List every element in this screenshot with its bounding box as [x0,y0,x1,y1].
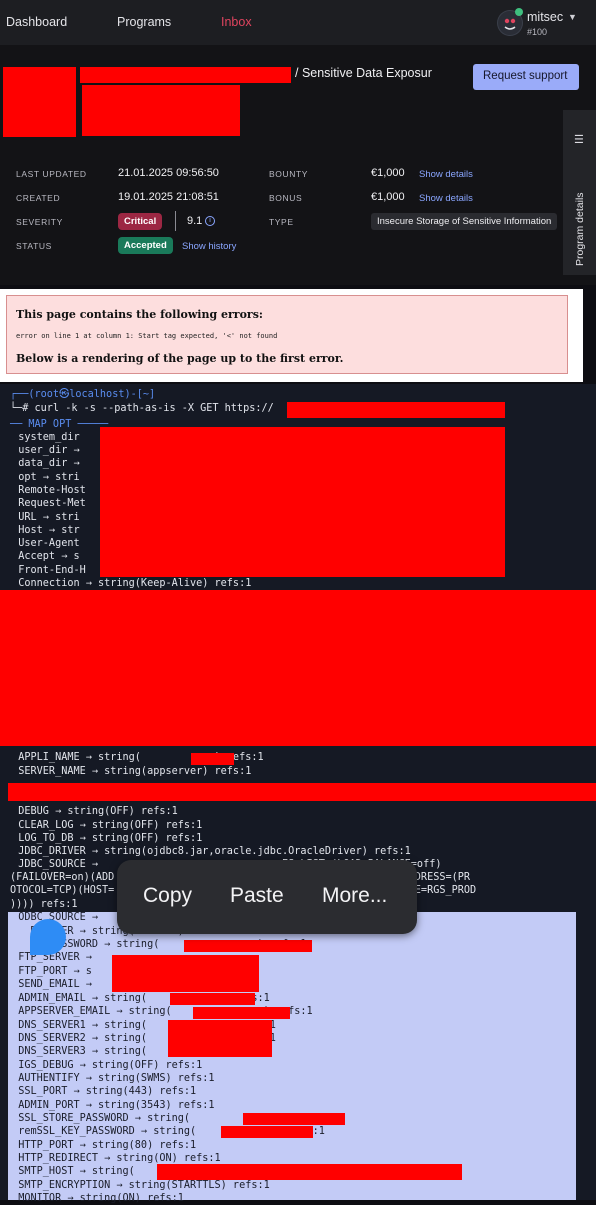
bonus-label: BONUS [269,193,303,203]
terminal-line: SERVER_NAME → string(appserver) refs:1 [6,766,252,777]
terminal-line: SEND_EMAIL → [6,979,92,990]
severity-score: 9.1 [187,215,203,227]
xml-error-box: This page contains the following errors:… [6,295,568,374]
last-updated-value: 21.01.2025 09:56:50 [118,167,219,179]
terminal-line: CLEAR_LOG → string(OFF) refs:1 [6,820,203,831]
terminal-line: URL → stri [6,512,80,523]
redacted-appserver-email [193,1007,290,1019]
redacted-ftp [112,955,259,992]
bonus-value: €1,000 [371,191,405,203]
redacted-url [287,402,505,418]
terminal-line: Request-Met [6,498,86,509]
terminal-line: MONITOR → string(ON) refs:1 [6,1193,184,1204]
redacted-db-password [184,940,312,952]
redacted-program-name [80,67,291,83]
redacted-admin-email [170,993,255,1005]
last-updated-label: LAST UPDATED [16,169,87,179]
terminal-line: Host → str [6,525,80,536]
terminal-line: data_dir → [6,458,80,469]
bounty-value: €1,000 [371,167,405,179]
terminal-line: User-Agent [6,538,80,549]
report-title: / Sensitive Data Exposur [295,66,432,80]
redacted-smtp-host [157,1164,462,1180]
request-support-label: Request support [483,70,568,82]
terminal-line: JDBC_DRIVER → string(ojdbc8.jar,oracle.j… [6,846,411,857]
report-header: / Sensitive Data Exposur Request support… [0,45,596,285]
redacted-ssl-key-password [221,1126,313,1138]
more-menu-item[interactable]: More... [322,884,387,908]
terminal-line: system_dir [6,432,80,443]
terminal-line: IGS_DEBUG → string(OFF) refs:1 [6,1060,203,1071]
info-icon[interactable]: i [205,216,215,226]
bonus-show-details-link[interactable]: Show details [419,193,473,204]
terminal-line: Accept → s [6,551,80,562]
terminal-line: SSL_PORT → string(443) refs:1 [6,1086,197,1097]
terminal-line: opt → stri [6,472,80,483]
top-nav-bar: Dashboard Programs Inbox mitsec #100 ▼ [0,0,596,45]
redacted-ssl-store-password [243,1113,345,1125]
text-context-menu: Copy Paste More... [117,860,417,934]
program-details-tab[interactable]: ☰ Program details [563,110,596,275]
bounty-show-details-link[interactable]: Show details [419,169,473,180]
list-icon: ☰ [574,134,584,146]
terminal-line: HTTP_PORT → string(80) refs:1 [6,1140,197,1151]
severity-critical-badge: Critical [118,213,163,230]
terminal-line: DNS_SERVER3 → string( [6,1046,148,1057]
terminal-line: )))) refs:1 [10,899,78,910]
type-value-chip: Insecure Storage of Sensitive Informatio… [371,213,558,230]
nav-programs-link[interactable]: Programs [117,15,171,29]
nav-inbox-link[interactable]: Inbox [221,15,252,29]
redacted-line [8,783,596,801]
prompt-header: ┌──(root㉿localhost)-[~] [10,389,156,400]
terminal-line: LOG_TO_DB → string(OFF) refs:1 [6,833,203,844]
show-history-link[interactable]: Show history [182,241,236,252]
online-status-dot [515,8,523,16]
severity-label: SEVERITY [16,217,63,227]
xml-error-footer: Below is a rendering of the page up to t… [16,352,344,365]
type-label: TYPE [269,217,294,227]
user-name[interactable]: mitsec [527,10,563,24]
created-value: 19.01.2025 21:08:51 [118,191,219,203]
terminal-line: Connection → string(Keep-Alive) refs:1 [6,578,252,589]
redacted-block-2 [0,590,596,746]
redacted-title [82,85,240,136]
selection-handle[interactable] [30,919,66,955]
user-avatar[interactable] [497,8,523,36]
terminal-line: DEBUG → string(OFF) refs:1 [6,806,178,817]
terminal-line: user_dir → [6,445,80,456]
redacted-logo [3,67,76,137]
paste-menu-item[interactable]: Paste [230,884,284,908]
request-support-button[interactable]: Request support [473,64,579,90]
status-label: STATUS [16,241,52,251]
status-accepted-badge: Accepted [118,237,173,254]
xml-error-heading: This page contains the following errors: [16,308,263,321]
nav-dashboard-link[interactable]: Dashboard [6,15,67,29]
redacted-appli-name [191,753,234,765]
bounty-label: BOUNTY [269,169,309,179]
terminal-line: Front-End-H [6,565,86,576]
redacted-dns [168,1020,272,1057]
terminal-line: FTP_PORT → s [6,966,92,977]
terminal-line: AUTHENTIFY → string(SWMS) refs:1 [6,1073,215,1084]
redacted-block-1 [100,427,505,577]
xml-error-detail: error on line 1 at column 1: Start tag e… [16,332,278,340]
user-menu-chevron-down-icon[interactable]: ▼ [568,12,577,22]
terminal-line: SMTP_ENCRYPTION → string(STARTTLS) refs:… [6,1180,270,1191]
prompt-command: └─# curl -k -s --path-as-is -X GET https… [10,403,274,414]
terminal-line: ADMIN_PORT → string(3543) refs:1 [6,1100,215,1111]
severity-divider [175,211,176,231]
user-rank: #100 [527,27,548,37]
terminal-line: Remote-Host [6,485,86,496]
xml-error-container: This page contains the following errors:… [0,289,583,382]
copy-menu-item[interactable]: Copy [143,884,192,908]
terminal-line: ── MAP OPT ───── [10,419,109,430]
created-label: CREATED [16,193,61,203]
program-details-tab-label: Program details [574,192,586,266]
